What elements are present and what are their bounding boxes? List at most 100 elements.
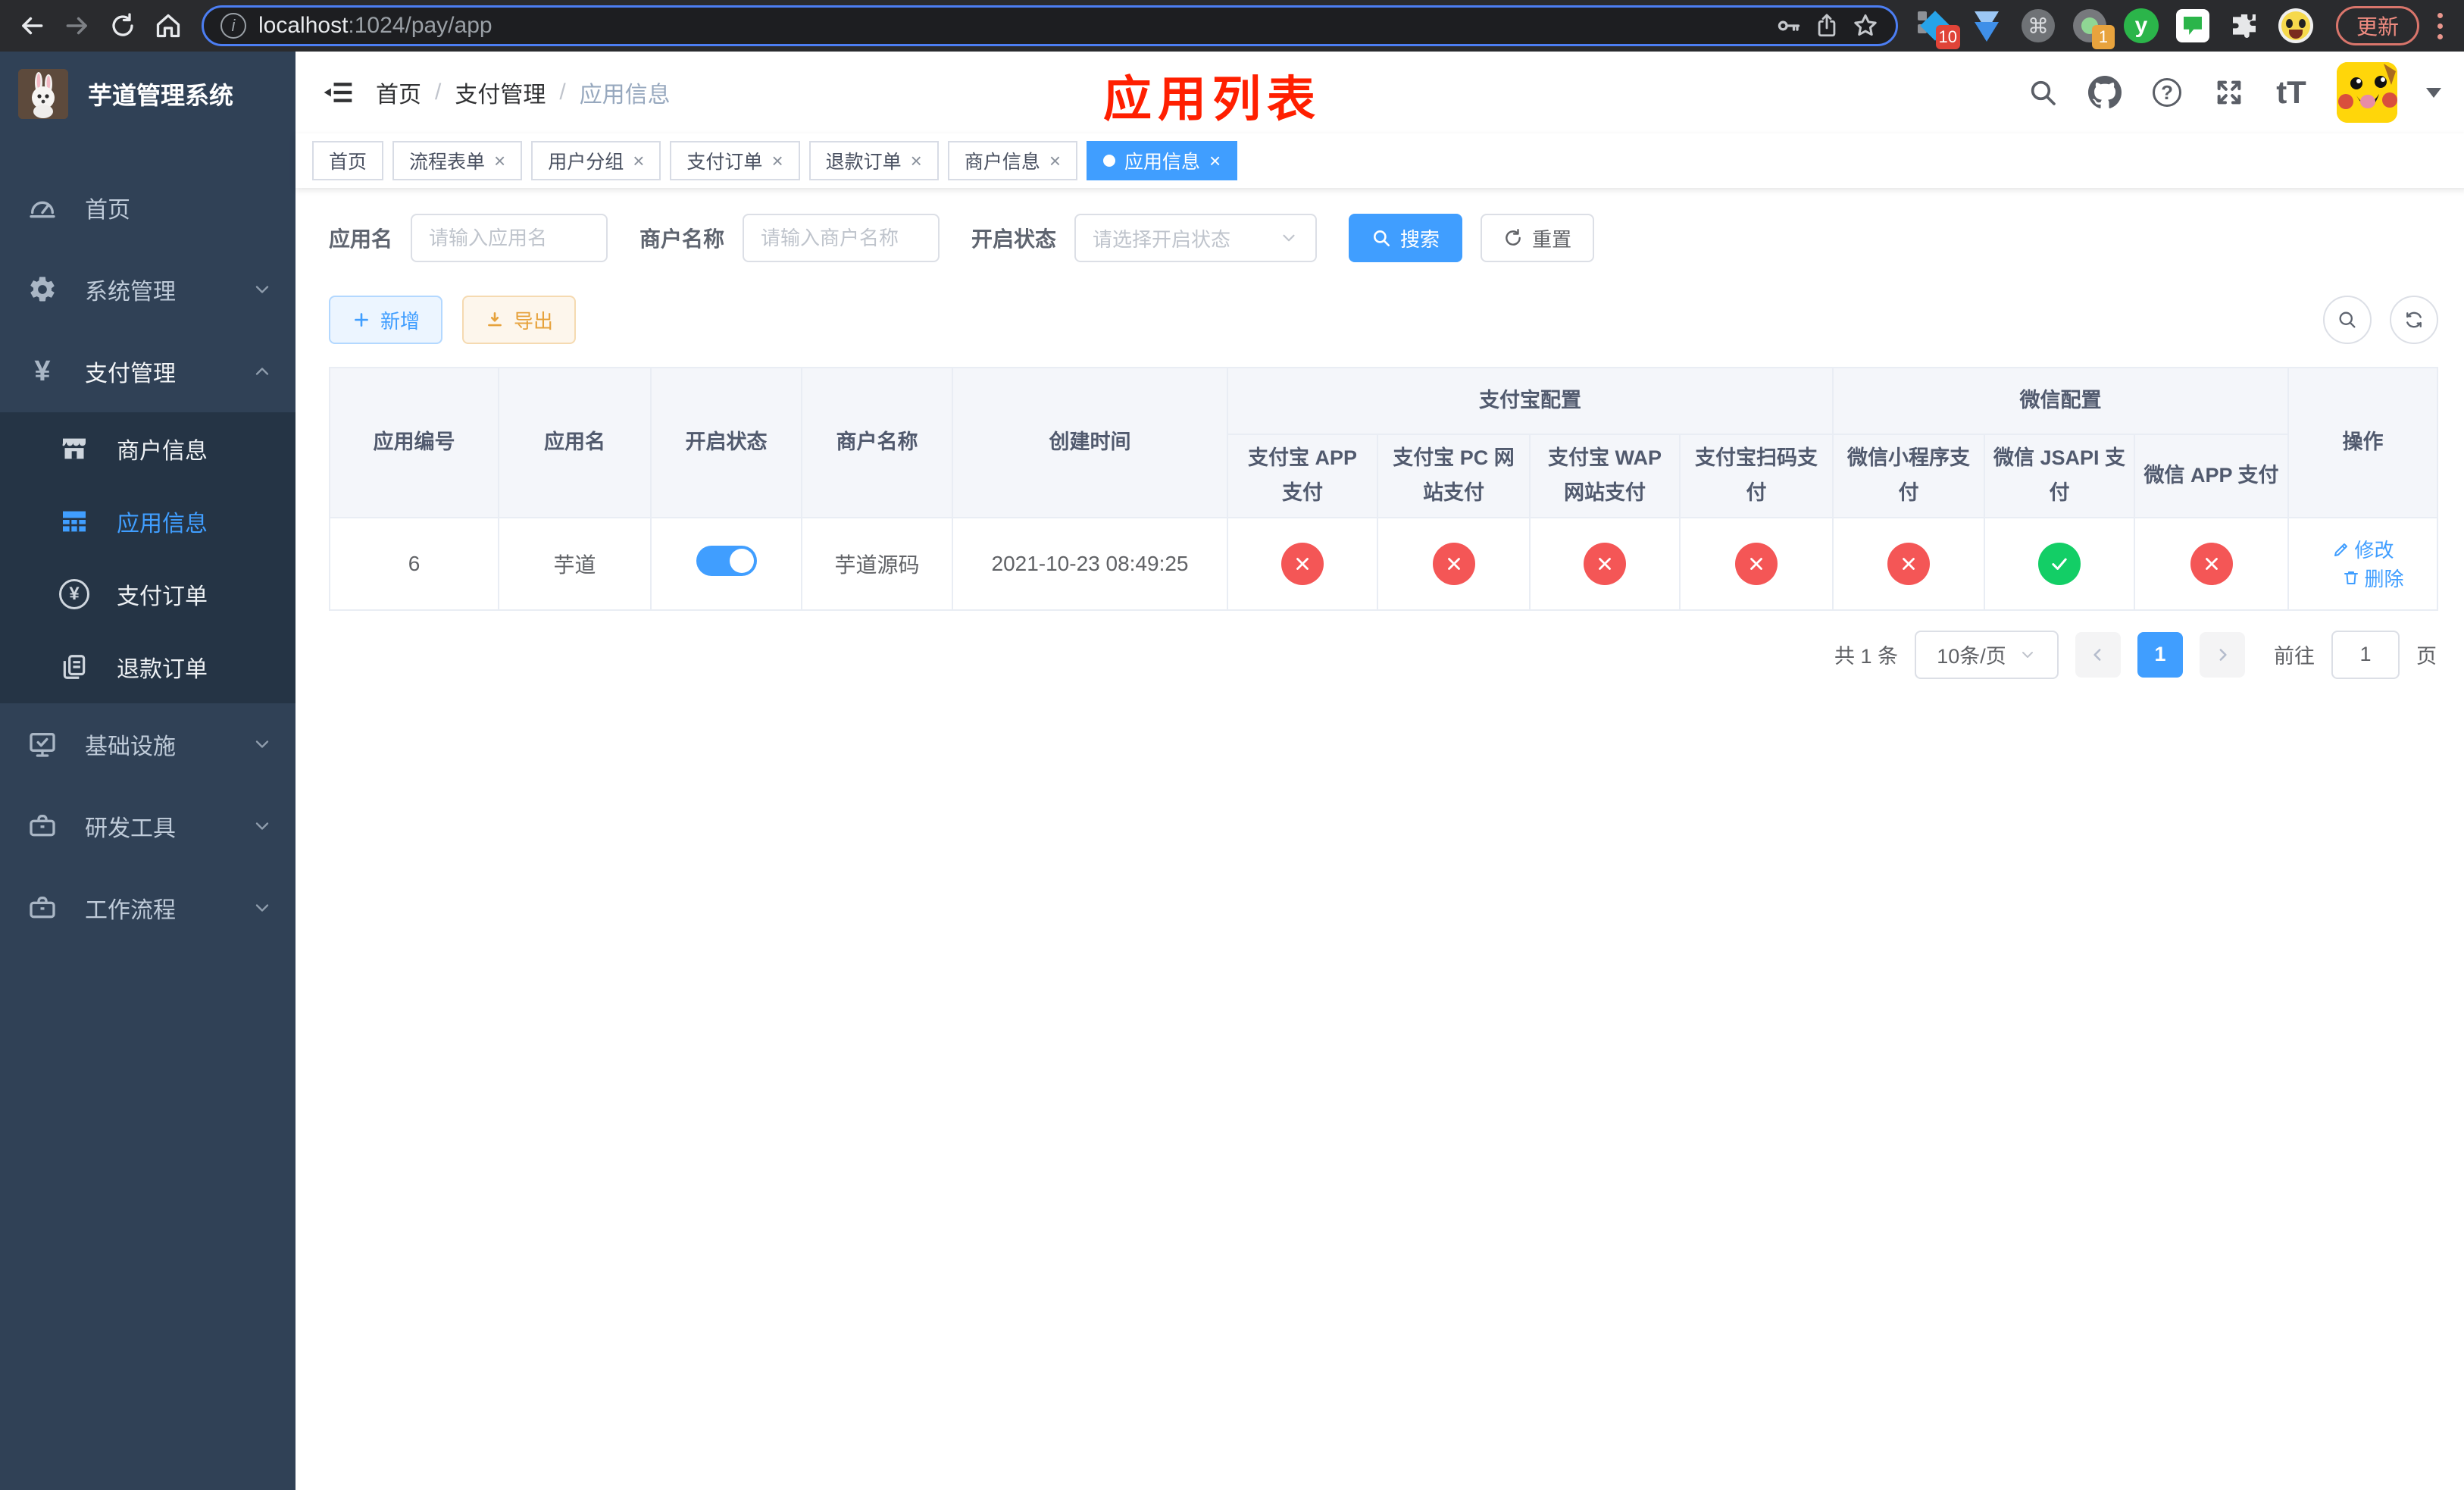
sidebar-item-infra[interactable]: 基础设施	[0, 703, 295, 785]
page-number-current[interactable]: 1	[2137, 631, 2183, 678]
goto-page-input[interactable]	[2331, 630, 2400, 679]
fullscreen-icon[interactable]	[2212, 76, 2246, 109]
sidebar-item-payment[interactable]: ¥ 支付管理	[0, 330, 295, 412]
home-icon[interactable]	[149, 6, 188, 45]
col-operations: 操作	[2287, 367, 2439, 518]
add-button[interactable]: 新增	[329, 296, 443, 344]
tab-process-form[interactable]: 流程表单 ×	[392, 141, 523, 180]
extension-command-icon[interactable]: ⌘	[2021, 8, 2056, 43]
total-count: 共 1 条	[1834, 645, 1898, 668]
help-icon[interactable]: ?	[2150, 76, 2184, 109]
back-icon[interactable]	[12, 6, 52, 45]
tab-refund-orders[interactable]: 退款订单 ×	[808, 141, 939, 180]
sidebar: 芋道管理系统 首页 系统管理 ¥ 支付管理 商户信息 应用信息 ¥ 支付订单 退…	[0, 52, 295, 1490]
filter-form: 应用名 商户名称 开启状态 请选择开启状态	[329, 214, 2438, 262]
app-title: 芋道管理系统	[88, 82, 234, 109]
password-key-icon[interactable]	[1775, 12, 1802, 39]
sidebar-item-merchant-info[interactable]: 商户信息	[0, 412, 295, 485]
col-group-wechat: 微信配置	[1831, 367, 2290, 435]
merchant-name-input[interactable]	[743, 214, 940, 262]
sidebar-item-dev-tools[interactable]: 研发工具	[0, 785, 295, 867]
enabled-toggle[interactable]	[696, 546, 757, 577]
refresh-button[interactable]	[2390, 296, 2439, 344]
close-icon[interactable]: ×	[911, 151, 922, 171]
cell-app-id: 6	[329, 516, 499, 611]
reset-button[interactable]: 重置	[1481, 214, 1595, 262]
col-merchant: 商户名称	[801, 367, 953, 518]
breadcrumb: 首页 / 支付管理 / 应用信息	[376, 76, 671, 109]
sidebar-item-label: 支付订单	[117, 584, 208, 609]
close-icon[interactable]: ×	[1049, 151, 1061, 171]
extension-chat-icon[interactable]	[2175, 8, 2210, 43]
yen-icon: ¥	[34, 355, 51, 387]
user-avatar[interactable]	[2337, 62, 2398, 123]
apps-table: 应用编号 应用名 开启状态 商户名称 创建时间 支付宝配置 微信配置 操作 支付…	[329, 367, 2439, 611]
search-button[interactable]: 搜索	[1349, 214, 1463, 262]
gear-icon	[26, 274, 59, 305]
delete-link[interactable]: 删除	[2342, 564, 2404, 592]
sidebar-item-refund-orders[interactable]: 退款订单	[0, 631, 295, 703]
status-check-icon	[2038, 542, 2081, 585]
share-icon[interactable]	[1814, 13, 1840, 39]
sidebar-item-app-info[interactable]: 应用信息	[0, 485, 295, 558]
export-button[interactable]: 导出	[462, 296, 577, 344]
sidebar-item-pay-orders[interactable]: ¥ 支付订单	[0, 558, 295, 631]
tab-pay-orders[interactable]: 支付订单 ×	[670, 141, 800, 180]
tab-home[interactable]: 首页	[312, 141, 384, 180]
tab-app-info[interactable]: 应用信息 ×	[1087, 141, 1238, 180]
extension-badge: 10	[1935, 25, 1960, 49]
sidebar-item-system[interactable]: 系统管理	[0, 249, 295, 330]
sidebar-item-label: 工作流程	[85, 898, 176, 923]
forward-icon[interactable]	[58, 6, 97, 45]
breadcrumb-current: 应用信息	[579, 83, 671, 108]
extension-emoji-icon[interactable]	[2278, 8, 2313, 43]
url-bar[interactable]: i localhost:1024/pay/app	[202, 5, 1898, 46]
browser-menu-icon[interactable]	[2428, 12, 2452, 39]
dashboard-icon	[26, 193, 59, 223]
extension-kite-icon[interactable]	[1969, 8, 2004, 43]
status-cross-icon	[1887, 542, 1930, 585]
reload-icon[interactable]	[103, 6, 142, 45]
col-wx-jsapi: 微信 JSAPI 支付	[1984, 434, 2135, 518]
search-icon[interactable]	[2026, 76, 2059, 109]
bookmark-star-icon[interactable]	[1852, 12, 1879, 39]
prev-page-button[interactable]	[2075, 631, 2121, 678]
app-name-label: 应用名	[329, 227, 393, 251]
close-icon[interactable]: ×	[633, 151, 644, 171]
status-cross-icon	[1432, 542, 1475, 585]
sidebar-item-label: 研发工具	[85, 816, 176, 841]
page-size-select[interactable]: 10条/页	[1915, 630, 2059, 679]
status-select[interactable]: 请选择开启状态	[1074, 214, 1318, 262]
app-name-input[interactable]	[411, 214, 608, 262]
next-page-button[interactable]	[2200, 631, 2245, 678]
col-alipay-app: 支付宝 APP 支付	[1227, 434, 1378, 518]
extensions-puzzle-icon[interactable]	[2227, 8, 2262, 43]
close-icon[interactable]: ×	[1209, 151, 1221, 171]
avatar-caret-icon[interactable]	[2426, 87, 2442, 98]
extension-recorder-icon[interactable]: 1	[2072, 8, 2115, 49]
breadcrumb-payment[interactable]: 支付管理	[455, 76, 546, 109]
font-size-icon[interactable]: tT	[2275, 74, 2308, 110]
extension-badge: 1	[2091, 25, 2115, 49]
breadcrumb-home[interactable]: 首页	[376, 76, 421, 109]
chevron-down-icon	[252, 897, 273, 919]
github-icon[interactable]	[2088, 76, 2122, 109]
close-icon[interactable]: ×	[494, 151, 505, 171]
cell-app-name: 芋道	[498, 516, 652, 611]
edit-link[interactable]: 修改	[2332, 535, 2394, 563]
sidebar-item-home[interactable]: 首页	[0, 167, 295, 249]
sidebar-collapse-icon[interactable]	[321, 76, 355, 109]
sidebar-item-workflow[interactable]: 工作流程	[0, 867, 295, 949]
tab-user-group[interactable]: 用户分组 ×	[531, 141, 661, 180]
app-logo: 芋道管理系统	[0, 52, 295, 136]
site-info-icon[interactable]: i	[220, 13, 246, 39]
show-search-button[interactable]	[2323, 296, 2372, 344]
browser-update-button[interactable]: 更新	[2335, 6, 2419, 45]
extension-blocks-icon[interactable]: 10	[1917, 8, 1960, 49]
toolbox-icon	[26, 893, 59, 923]
yen-circle-icon: ¥	[58, 579, 91, 609]
extension-y-icon[interactable]: y	[2123, 8, 2159, 43]
col-alipay-wap: 支付宝 WAP 网站支付	[1529, 434, 1681, 518]
tab-merchant-info[interactable]: 商户信息 ×	[947, 141, 1078, 180]
close-icon[interactable]: ×	[771, 151, 783, 171]
